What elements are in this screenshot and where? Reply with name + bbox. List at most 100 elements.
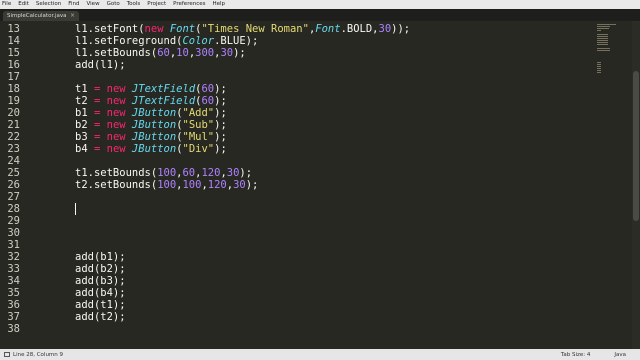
scroll-thumb[interactable] [633,71,639,221]
code-token: = [93,119,107,131]
minimap-line [597,50,610,51]
code-line[interactable]: 32 add(b1); [0,251,590,263]
code-token: new [144,23,170,35]
code-token: l1.setFont( [75,23,145,35]
code-token: JTextField [131,83,196,95]
code-text: add(b1); [75,251,126,263]
code-line[interactable]: 31 [0,239,590,251]
menu-goto[interactable]: Goto [107,0,120,9]
code-token: t1.setBounds( [75,167,158,179]
syntax-indicator[interactable]: Java [614,352,626,358]
minimap-line [597,66,601,67]
code-line[interactable]: 38 [0,323,590,335]
code-token: ); [214,83,227,95]
code-line[interactable]: 36 add(t1); [0,299,590,311]
code-token: Color [182,35,215,47]
code-editor[interactable]: 13 l1.setFont(new Font("Times New Roman",… [0,21,640,349]
code-line[interactable]: 24 [0,155,590,167]
code-line[interactable]: 37 add(t2); [0,311,590,323]
code-line[interactable]: 15 l1.setBounds(60,10,300,30); [0,47,590,59]
code-token: = [93,95,107,107]
menu-help[interactable]: Help [212,0,225,9]
line-number: 23 [7,143,20,155]
code-token: "Mul" [182,131,215,143]
menu-selection[interactable]: Selection [36,0,61,9]
line-number: 14 [7,35,20,47]
minimap-line [597,44,608,45]
code-token: t1 [75,83,94,95]
minimap[interactable] [594,24,616,84]
code-line[interactable]: 18 t1 = new JTextField(60); [0,83,590,95]
line-number: 17 [7,71,20,83]
menu-edit[interactable]: Edit [18,0,29,9]
code-token: 100 [157,167,177,179]
code-line[interactable]: 28 [0,203,590,215]
code-line[interactable]: 21 b2 = new JButton("Sub"); [0,119,590,131]
line-number: 32 [7,251,20,263]
code-line[interactable]: 22 b3 = new JButton("Mul"); [0,131,590,143]
code-line[interactable]: 13 l1.setFont(new Font("Times New Roman",… [0,23,590,35]
code-line[interactable]: 14 l1.setForeground(Color.BLUE); [0,35,590,47]
line-number: 16 [7,59,20,71]
tab-simplecalculator[interactable]: SimpleCalculator.java × [3,11,79,21]
line-number: 27 [7,191,20,203]
panel-toggle-icon[interactable] [4,352,10,357]
minimap-line [597,30,601,31]
line-number: 19 [7,95,20,107]
code-line[interactable]: 26 t2.setBounds(100,100,120,30); [0,179,590,191]
line-number: 21 [7,119,20,131]
tab-label: SimpleCalculator.java [7,13,67,19]
code-line[interactable]: 20 b1 = new JButton("Add"); [0,107,590,119]
code-token: new [106,143,132,155]
code-token: t2 [75,95,94,107]
menu-tools[interactable]: Tools [127,0,141,9]
code-token: add(b2); [75,263,126,275]
menu-view[interactable]: View [87,0,100,9]
minimap-line [597,42,608,43]
code-token: add(b3); [75,275,126,287]
code-line[interactable]: 33 add(b2); [0,263,590,275]
code-token: 100 [157,179,177,191]
tab-size-indicator[interactable]: Tab Size: 4 [561,352,590,358]
menu-find[interactable]: Find [68,0,79,9]
menu-project[interactable]: Project [147,0,166,9]
line-number: 35 [7,287,20,299]
minimap-line [597,24,616,25]
code-line[interactable]: 30 [0,227,590,239]
line-number: 20 [7,107,20,119]
code-line[interactable]: 27 [0,191,590,203]
code-line[interactable]: 34 add(b3); [0,275,590,287]
code-token: JButton [131,143,177,155]
line-number: 38 [7,323,20,335]
minimap-line [597,68,601,69]
text-cursor [75,203,76,215]
minimap-line [597,38,608,39]
line-number: 24 [7,155,20,167]
line-number: 36 [7,299,20,311]
code-token: "Sub" [182,119,215,131]
line-number: 18 [7,83,20,95]
code-line[interactable]: 17 [0,71,590,83]
code-line[interactable]: 19 t2 = new JTextField(60); [0,95,590,107]
code-token: b1 [75,107,94,119]
code-line[interactable]: 29 [0,215,590,227]
code-text: t2.setBounds(100,100,120,30); [75,179,258,191]
code-token: JButton [131,119,177,131]
code-line[interactable]: 16 add(l1); [0,59,590,71]
code-token: ); [245,179,259,191]
code-token: new [106,119,132,131]
line-number: 28 [7,203,20,215]
code-token: b4 [75,143,94,155]
code-line[interactable]: 25 t1.setBounds(100,60,120,30); [0,167,590,179]
code-text: add(t1); [75,299,126,311]
code-token: ); [214,107,227,119]
code-line[interactable]: 35 add(b4); [0,287,590,299]
code-line[interactable]: 23 b4 = new JButton("Div"); [0,143,590,155]
vertical-scrollbar[interactable] [632,21,640,349]
code-token: b2 [75,119,94,131]
close-icon[interactable]: × [70,12,75,19]
menu-file[interactable]: File [2,0,11,9]
code-token: = [93,143,107,155]
menu-preferences[interactable]: Preferences [173,0,205,9]
code-text: b2 = new JButton("Sub"); [75,119,227,131]
